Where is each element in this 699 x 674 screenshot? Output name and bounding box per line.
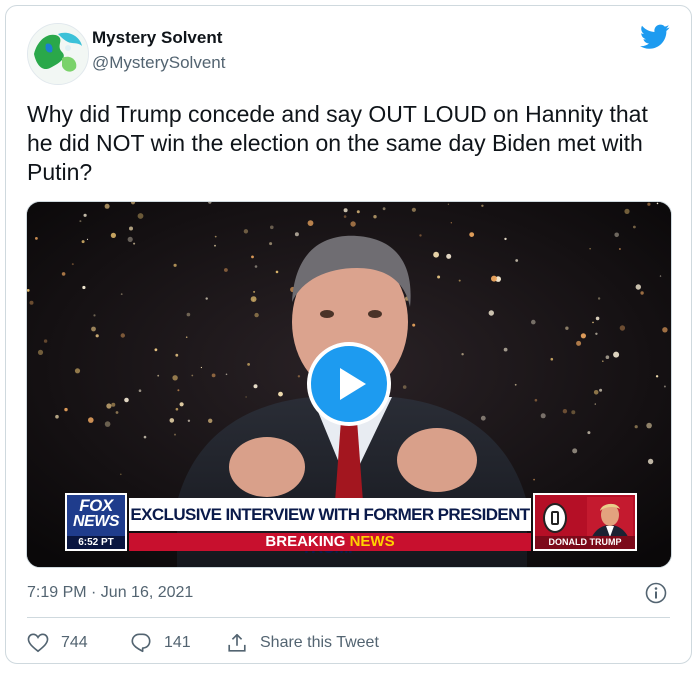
chyron-headline: EXCLUSIVE INTERVIEW WITH FORMER PRESIDEN… xyxy=(129,498,531,557)
play-button[interactable] xyxy=(307,342,391,426)
breaking-word: BREAKING xyxy=(265,533,346,550)
tweet-timestamp[interactable]: 7:19 PM · Jun 16, 2021 xyxy=(27,584,193,602)
like-button[interactable]: 744 xyxy=(27,630,88,656)
share-label: Share this Tweet xyxy=(260,634,379,651)
chyron-clock: 6:52 PT xyxy=(67,536,125,549)
news-chyron: FOX NEWS 6:52 PT EXCLUSIVE INTERVIEW WIT… xyxy=(65,490,637,557)
tweet-card[interactable]: Mystery Solvent @MysterySolvent Why did … xyxy=(5,5,692,664)
fox-news-logo: FOX NEWS 6:52 PT xyxy=(65,493,127,551)
play-icon xyxy=(340,368,366,400)
author-handle[interactable]: @MysterySolvent xyxy=(92,53,225,73)
phone-icon xyxy=(543,503,567,533)
share-upload-icon xyxy=(228,633,246,652)
divider xyxy=(27,617,670,618)
reply-button[interactable]: 141 xyxy=(130,630,191,656)
guest-portrait xyxy=(587,497,633,539)
video-player[interactable]: FOX NEWS 6:52 PT EXCLUSIVE INTERVIEW WIT… xyxy=(26,201,672,568)
heart-icon xyxy=(27,633,49,653)
twitter-bird-icon[interactable] xyxy=(640,24,670,50)
avatar[interactable] xyxy=(27,23,89,85)
speech-bubble-icon xyxy=(131,633,151,653)
share-button[interactable]: Share this Tweet xyxy=(226,630,379,656)
tweet-text: Why did Trump concede and say OUT LOUD o… xyxy=(27,101,648,185)
network-line-2: NEWS xyxy=(73,513,120,530)
reply-count: 141 xyxy=(164,634,191,651)
info-icon[interactable] xyxy=(645,582,667,604)
breaking-news-bar: BREAKING NEWS xyxy=(129,533,531,551)
network-line-1: FOX xyxy=(79,496,113,515)
author-name[interactable]: Mystery Solvent xyxy=(92,28,222,48)
like-count: 744 xyxy=(61,634,88,651)
news-word: NEWS xyxy=(349,533,395,550)
guest-box: DONALD TRUMP xyxy=(533,493,637,551)
guest-label: DONALD TRUMP xyxy=(535,536,635,549)
